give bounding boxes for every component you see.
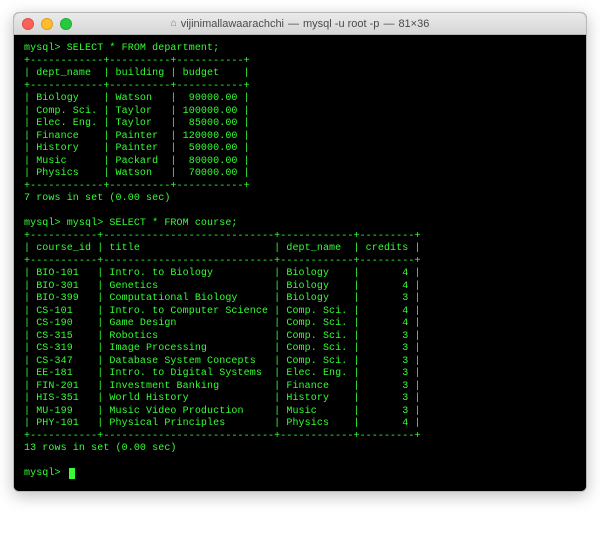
minimize-icon[interactable] <box>41 18 53 30</box>
title-cmd: mysql -u root -p <box>303 18 379 30</box>
window-controls <box>22 18 72 30</box>
titlebar[interactable]: ⌂ vijinimallawaarachchi — mysql -u root … <box>14 13 586 35</box>
maximize-icon[interactable] <box>60 18 72 30</box>
title-dims: 81×36 <box>398 18 429 30</box>
title-user: vijinimallawaarachchi <box>181 18 284 30</box>
terminal-body[interactable]: mysql> SELECT * FROM department; +------… <box>14 35 586 491</box>
terminal-window: ⌂ vijinimallawaarachchi — mysql -u root … <box>13 12 587 492</box>
cursor <box>69 468 75 479</box>
home-icon: ⌂ <box>171 18 177 29</box>
window-title: ⌂ vijinimallawaarachchi — mysql -u root … <box>171 18 430 30</box>
close-icon[interactable] <box>22 18 34 30</box>
